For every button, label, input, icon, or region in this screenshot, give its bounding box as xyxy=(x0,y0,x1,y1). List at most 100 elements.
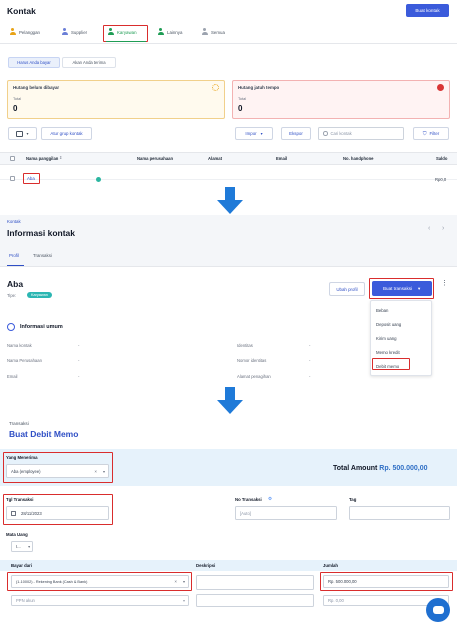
total-value: Rp. 500.000,00 xyxy=(379,465,428,472)
create-contact-button[interactable]: Buat kontak xyxy=(406,4,449,17)
card-total-value: 0 xyxy=(238,104,243,113)
highlight-karyawan xyxy=(103,25,148,42)
more-options-icon[interactable]: ⋮ xyxy=(441,280,448,287)
edit-profile-button[interactable]: Ubah profil xyxy=(329,282,365,296)
chevron-down-icon: ▾ xyxy=(260,131,263,136)
col-address: Alamat xyxy=(208,156,222,161)
tab-semua[interactable]: Semua xyxy=(201,28,225,36)
tax-description-input[interactable] xyxy=(196,594,314,607)
menu-item-beban[interactable]: Beban xyxy=(371,303,431,317)
chevron-down-icon: ▾ xyxy=(26,131,29,136)
menu-item-kirim-uang[interactable]: Kirim uang xyxy=(371,331,431,345)
row-balance: Rp0,0 xyxy=(435,177,447,182)
tag-input[interactable] xyxy=(349,506,450,520)
field-label: Nomor identitas xyxy=(237,358,267,363)
memo-title: Buat Debit Memo xyxy=(9,429,79,439)
field-label: Email xyxy=(7,374,18,379)
all-contacts-icon xyxy=(201,28,208,36)
filter-icon: ⛉ xyxy=(422,130,427,137)
select-all-checkbox[interactable] xyxy=(10,156,15,161)
group-contacts-button[interactable]: Atur grup kontak xyxy=(41,127,92,140)
card-overdue-debt: Hutang jatuh tempo Total 0 xyxy=(232,80,450,119)
tax-amount-value: Rp. 0,00 xyxy=(328,598,344,603)
total-amount-label: Total Amount Rp. 500.000,00 xyxy=(333,465,428,472)
card-unpaid-debt: Hutang belum dibayar Total 0 xyxy=(7,80,225,119)
tab-label: Semua xyxy=(211,29,225,35)
breadcrumb[interactable]: Kontak xyxy=(7,219,21,224)
sort-icon: ⇕ xyxy=(59,155,63,160)
tab-profil[interactable]: Profil xyxy=(9,253,19,258)
search-placeholder: Cari kontak xyxy=(330,131,352,136)
prev-icon[interactable]: ‹ xyxy=(428,225,430,232)
highlight-contact-aba xyxy=(23,173,40,184)
export-button[interactable]: Ekspor xyxy=(281,127,311,140)
section-title: Informasi umum xyxy=(20,324,63,330)
menu-item-memo-kredit[interactable]: Memo kredit xyxy=(371,345,431,359)
arrow-down-icon xyxy=(217,187,243,214)
row-checkbox[interactable] xyxy=(10,176,15,181)
chevron-down-icon: ▾ xyxy=(182,598,185,603)
highlight-debit-memo xyxy=(372,358,410,370)
columns-icon xyxy=(16,130,24,137)
status-dot xyxy=(96,177,101,182)
tag-label: Tag xyxy=(349,497,357,502)
card-title: Hutang jatuh tempo xyxy=(238,85,280,90)
lines-header xyxy=(0,560,457,571)
filter-button[interactable]: ⛉ Filter xyxy=(413,127,449,140)
menu-item-deposit[interactable]: Deposit uang xyxy=(371,317,431,331)
field-value: - xyxy=(309,358,311,363)
info-tabs-divider xyxy=(0,266,457,267)
highlight-date xyxy=(3,494,113,525)
next-icon[interactable]: › xyxy=(442,225,444,232)
card-total-value: 0 xyxy=(13,104,18,113)
total-label: Total Amount xyxy=(333,465,378,472)
number-label: No Transaksi xyxy=(235,497,262,502)
import-label: Impor xyxy=(245,131,257,136)
tab-label: Supplier xyxy=(71,29,88,35)
subtab-pay[interactable]: Harus Anda bayar xyxy=(8,57,60,68)
search-icon xyxy=(323,131,328,136)
number-placeholder: [Auto] xyxy=(240,510,251,516)
col-email: Email xyxy=(276,156,288,161)
table-row[interactable] xyxy=(0,166,457,180)
tab-transaksi[interactable]: Transaksi xyxy=(33,253,52,258)
tabs-divider xyxy=(0,43,457,44)
customer-icon xyxy=(9,28,16,36)
field-label: Alamat penagihan xyxy=(237,374,271,379)
search-input[interactable]: Cari kontak xyxy=(318,127,404,140)
highlight-pay-from xyxy=(7,572,192,591)
tax-select[interactable]: PPN akun ▾ xyxy=(11,595,189,606)
field-label: Identitas xyxy=(237,343,253,348)
description-input[interactable] xyxy=(196,575,314,590)
field-value: - xyxy=(309,343,311,348)
currency-select[interactable]: I... ▾ xyxy=(11,541,33,552)
chat-button[interactable] xyxy=(426,598,450,622)
tab-active-underline xyxy=(106,41,146,42)
tab-label: Pelanggan xyxy=(19,29,40,35)
field-label: Nama Perusahaan xyxy=(7,358,42,363)
highlight-amount xyxy=(320,572,453,591)
pay-from-label: Bayar dari xyxy=(11,563,33,568)
highlight-create-transaction xyxy=(369,278,434,299)
tab-lainnya[interactable]: Lainnya xyxy=(157,28,182,36)
tab-pelanggan[interactable]: Pelanggan xyxy=(9,28,40,36)
columns-toggle-button[interactable]: ▾ xyxy=(8,127,37,140)
type-label: Tipe: xyxy=(7,293,17,298)
subtab-receive[interactable]: Akan Anda terima xyxy=(62,57,116,68)
memo-breadcrumb: Transaksi xyxy=(9,421,29,426)
tab-supplier[interactable]: Supplier xyxy=(61,28,87,36)
currency-value: I... xyxy=(16,544,21,549)
clock-icon xyxy=(437,84,444,91)
field-value: - xyxy=(78,374,80,379)
description-label: Deskripsi xyxy=(196,563,216,568)
import-button[interactable]: Impor ▾ xyxy=(235,127,273,140)
card-total-label: Total xyxy=(238,97,247,101)
contact-name: Aba xyxy=(7,279,24,289)
highlight-recipient xyxy=(3,452,113,483)
card-total-label: Total xyxy=(13,97,22,101)
col-nickname[interactable]: Nama panggilan xyxy=(26,156,58,161)
others-icon xyxy=(157,28,164,36)
card-title: Hutang belum dibayar xyxy=(13,85,60,90)
type-badge: Karyawan xyxy=(27,292,52,298)
number-input[interactable]: [Auto] xyxy=(235,506,337,520)
